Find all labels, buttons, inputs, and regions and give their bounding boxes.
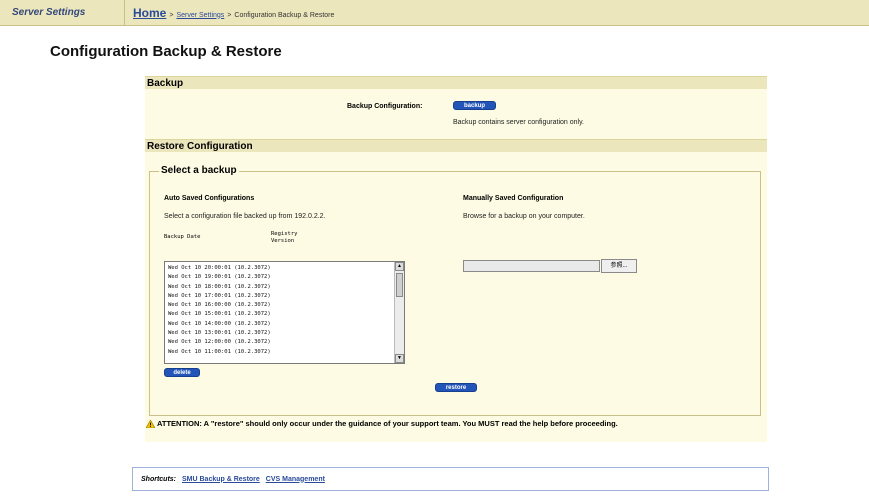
config-panel: Backup Backup Configuration: backup Back… xyxy=(145,76,767,442)
backup-heading: Backup xyxy=(145,76,767,89)
shortcuts-label: Shortcuts: xyxy=(141,475,176,483)
backup-list-item[interactable]: Wed Oct 10 13:00:01 (10.2.3072) xyxy=(168,329,401,338)
backup-list-item[interactable]: Wed Oct 10 11:00:01 (10.2.3072) xyxy=(168,348,401,357)
restore-button[interactable]: restore xyxy=(435,383,477,392)
backup-section: Backup Configuration: backup Backup cont… xyxy=(145,89,767,141)
backup-list-item[interactable]: Wed Oct 10 20:00:01 (10.2.3072) xyxy=(168,264,401,273)
registry-version-column-header: Registry Version xyxy=(271,231,298,245)
backup-list-item[interactable]: Wed Oct 10 16:00:00 (10.2.3072) xyxy=(168,301,401,310)
breadcrumb-home-link[interactable]: Home xyxy=(133,6,166,20)
backup-date-column-header: Backup Date xyxy=(164,234,201,240)
auto-saved-list: Wed Oct 10 20:00:01 (10.2.3072) Wed Oct 1… xyxy=(165,262,404,359)
scroll-up-arrow-icon[interactable]: ▲ xyxy=(395,262,404,271)
top-bar: Server Settings Home > Server Settings >… xyxy=(0,0,869,26)
auto-saved-title: Auto Saved Configurations xyxy=(164,195,255,202)
backup-list-item[interactable]: Wed Oct 10 12:00:00 (10.2.3072) xyxy=(168,338,401,347)
shortcut-cvs-management-link[interactable]: CVS Management xyxy=(266,476,325,483)
backup-configuration-label: Backup Configuration: xyxy=(347,103,423,110)
listbox-scrollbar[interactable]: ▲ ▼ xyxy=(394,262,404,363)
select-backup-fieldset: Select a backup Auto Saved Configuration… xyxy=(149,165,761,416)
backup-list-item[interactable]: Wed Oct 10 18:00:01 (10.2.3072) xyxy=(168,283,401,292)
delete-button[interactable]: delete xyxy=(164,368,200,377)
breadcrumb-server-settings-link[interactable]: Server Settings xyxy=(176,12,224,19)
breadcrumb-separator: > xyxy=(169,11,174,19)
attention-text: ATTENTION: A "restore" should only occur… xyxy=(157,419,618,428)
version-header-line: Version xyxy=(271,238,295,244)
manual-saved-description: Browse for a backup on your computer. xyxy=(463,213,585,220)
attention-message: ATTENTION: A "restore" should only occur… xyxy=(146,419,618,428)
breadcrumb: Home > Server Settings > Configuration B… xyxy=(125,6,334,20)
backup-list-item[interactable]: Wed Oct 10 14:00:00 (10.2.3072) xyxy=(168,320,401,329)
select-backup-legend: Select a backup xyxy=(159,165,239,176)
shortcut-smu-backup-restore-link[interactable]: SMU Backup & Restore xyxy=(182,476,260,483)
registry-header-line: Registry xyxy=(271,231,298,237)
restore-configuration-heading: Restore Configuration xyxy=(145,139,767,152)
backup-file-input[interactable] xyxy=(463,260,600,272)
scroll-thumb[interactable] xyxy=(396,273,403,297)
backup-list-item[interactable]: Wed Oct 10 19:00:01 (10.2.3072) xyxy=(168,273,401,282)
auto-saved-listbox[interactable]: Wed Oct 10 20:00:01 (10.2.3072) Wed Oct 1… xyxy=(164,261,405,364)
manual-saved-title: Manually Saved Configuration xyxy=(463,195,564,202)
section-title: Server Settings xyxy=(0,0,125,25)
browse-button[interactable]: 参照... xyxy=(601,259,637,273)
backup-button[interactable]: backup xyxy=(453,101,496,110)
page-title: Configuration Backup & Restore xyxy=(50,43,282,60)
shortcuts-bar: Shortcuts: SMU Backup & Restore CVS Mana… xyxy=(132,467,769,491)
backup-note: Backup contains server configuration onl… xyxy=(453,119,584,126)
breadcrumb-current: Configuration Backup & Restore xyxy=(234,11,335,19)
backup-list-item[interactable]: Wed Oct 10 17:00:01 (10.2.3072) xyxy=(168,292,401,301)
breadcrumb-separator: > xyxy=(227,11,232,19)
scroll-down-arrow-icon[interactable]: ▼ xyxy=(395,354,404,363)
backup-list-item[interactable]: Wed Oct 10 15:00:01 (10.2.3072) xyxy=(168,310,401,319)
warning-icon xyxy=(146,419,155,428)
auto-saved-description: Select a configuration file backed up fr… xyxy=(164,213,326,220)
